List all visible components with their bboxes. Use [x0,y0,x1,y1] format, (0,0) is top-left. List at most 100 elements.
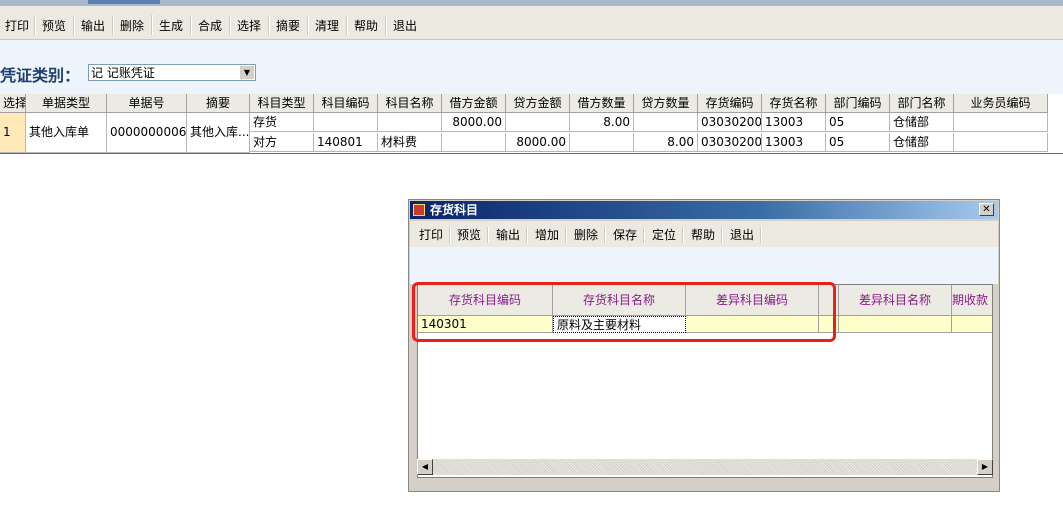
main-toolbar: 打印 预览 输出 删除 生成 合成 选择 摘要 清理 帮助 退出 [0,6,1063,40]
inventory-subject-dialog: 存货科目 ✕ 打印 预览 输出 增加 删除 保存 定位 帮助 退出 存货科目编码… [408,199,1000,492]
col-header[interactable]: 单据号 [107,94,187,113]
summary-button[interactable]: 摘要 [271,16,305,36]
inventory-subject-grid: 存货科目编码 存货科目名称 差异科目编码 差异科目名称 期收款 140301 原… [417,284,993,478]
inventory-subject-name-cell[interactable]: 原料及主要材料 [553,316,686,333]
toolbar-separator [449,227,451,243]
inventory-code-cell[interactable]: 03030200... [698,113,762,132]
toolbar-separator [565,227,567,243]
active-tab-indicator[interactable] [88,0,160,4]
dialog-print-button[interactable]: 打印 [416,226,446,244]
select-button[interactable]: 选择 [232,16,266,36]
dialog-export-button[interactable]: 输出 [493,226,523,244]
credit-amount-cell[interactable] [506,113,570,132]
col-header[interactable]: 部门名称 [890,94,954,113]
export-button[interactable]: 输出 [76,16,110,36]
col-header[interactable]: 业务员编码 [954,94,1048,113]
col-header[interactable]: 存货编码 [698,94,762,113]
col-header[interactable]: 存货科目名称 [553,285,686,316]
merge-button[interactable]: 合成 [193,16,227,36]
help-button[interactable]: 帮助 [349,16,383,36]
salesman-code-cell[interactable] [954,113,1048,132]
subject-code-cell[interactable]: 140801 [314,133,378,152]
debit-qty-cell[interactable] [570,133,634,152]
dept-name-cell[interactable]: 仓储部 [890,133,954,152]
grid-cell[interactable] [952,316,992,333]
col-header[interactable]: 科目编码 [314,94,378,113]
dialog-locate-button[interactable]: 定位 [649,226,679,244]
debit-amount-cell[interactable]: 8000.00 [442,113,506,132]
variance-subject-code-cell[interactable] [686,316,819,333]
dialog-title: 存货科目 [430,203,479,217]
toolbar-separator [721,227,723,243]
toolbar-separator [268,15,270,35]
dialog-preview-button[interactable]: 预览 [454,226,484,244]
col-header[interactable]: 借方数量 [570,94,634,113]
col-header[interactable]: 贷方数量 [634,94,698,113]
subject-type-cell[interactable]: 对方 [250,133,314,152]
col-header[interactable]: 科目类型 [250,94,314,113]
subject-type-cell[interactable]: 存货 [250,113,314,132]
grid-cell[interactable] [819,316,839,333]
inventory-name-cell[interactable]: 13003 [762,133,826,152]
variance-subject-name-cell[interactable] [839,316,952,333]
toolbar-separator [190,15,192,35]
col-header[interactable]: 期收款 [952,285,992,316]
debit-qty-cell[interactable]: 8.00 [570,113,634,132]
dialog-exit-button[interactable]: 退出 [727,226,757,244]
chevron-down-icon[interactable]: ▼ [239,66,254,79]
dialog-help-button[interactable]: 帮助 [688,226,718,244]
col-header[interactable] [819,285,839,316]
clear-button[interactable]: 清理 [310,16,344,36]
dept-code-cell[interactable]: 05 [826,133,890,152]
close-icon[interactable]: ✕ [979,203,994,216]
credit-qty-cell[interactable]: 8.00 [634,133,698,152]
toolbar-separator [526,227,528,243]
table-row[interactable]: 存货 8000.00 8.00 03030200... 13003 05 仓储部 [0,113,1063,132]
subject-name-cell[interactable] [378,113,442,132]
scroll-left-icon[interactable]: ◀ [417,459,433,475]
inventory-name-cell[interactable]: 13003 [762,113,826,132]
col-header[interactable]: 科目名称 [378,94,442,113]
col-header[interactable]: 单据类型 [26,94,107,113]
subject-name-cell[interactable]: 材料费 [378,133,442,152]
col-header[interactable]: 选择 [0,94,26,113]
dialog-save-button[interactable]: 保存 [610,226,640,244]
app-icon [413,204,425,216]
toolbar-separator [112,15,114,35]
table-row[interactable]: 对方 140801 材料费 8000.00 8.00 03030200... 1… [0,133,1063,152]
horizontal-scrollbar[interactable]: ◀ ▶ [417,459,993,475]
salesman-code-cell[interactable] [954,133,1048,152]
credit-qty-cell[interactable] [634,113,698,132]
dialog-add-button[interactable]: 增加 [532,226,562,244]
col-header[interactable]: 存货名称 [762,94,826,113]
debit-amount-cell[interactable] [442,133,506,152]
col-header[interactable]: 部门编码 [826,94,890,113]
toolbar-separator [487,227,489,243]
dialog-title-bar[interactable]: 存货科目 ✕ [410,201,998,219]
col-header[interactable]: 摘要 [187,94,250,113]
credit-amount-cell[interactable]: 8000.00 [506,133,570,152]
dept-name-cell[interactable]: 仓储部 [890,113,954,132]
table-row[interactable]: 140301 原料及主要材料 [418,316,992,333]
dialog-toolbar: 打印 预览 输出 增加 删除 保存 定位 帮助 退出 [410,221,998,247]
scroll-right-icon[interactable]: ▶ [977,459,993,475]
voucher-type-label: 凭证类别： [0,66,81,85]
exit-button[interactable]: 退出 [388,16,422,36]
preview-button[interactable]: 预览 [37,16,71,36]
voucher-header: 凭证类别： 记 记账凭证 ▼ [0,40,1063,94]
delete-button[interactable]: 删除 [115,16,149,36]
voucher-type-select[interactable]: 记 记账凭证 ▼ [88,64,256,81]
generate-button[interactable]: 生成 [154,16,188,36]
col-header[interactable]: 贷方金额 [506,94,570,113]
col-header[interactable]: 借方金额 [442,94,506,113]
dept-code-cell[interactable]: 05 [826,113,890,132]
subject-code-cell[interactable] [314,113,378,132]
inventory-code-cell[interactable]: 03030200... [698,133,762,152]
col-header[interactable]: 差异科目名称 [839,285,952,316]
col-header[interactable]: 存货科目编码 [418,285,553,316]
dialog-header-band [410,247,998,284]
inventory-subject-code-cell[interactable]: 140301 [418,316,553,333]
dialog-delete-button[interactable]: 删除 [571,226,601,244]
col-header[interactable]: 差异科目编码 [686,285,819,316]
print-button[interactable]: 打印 [0,16,34,36]
